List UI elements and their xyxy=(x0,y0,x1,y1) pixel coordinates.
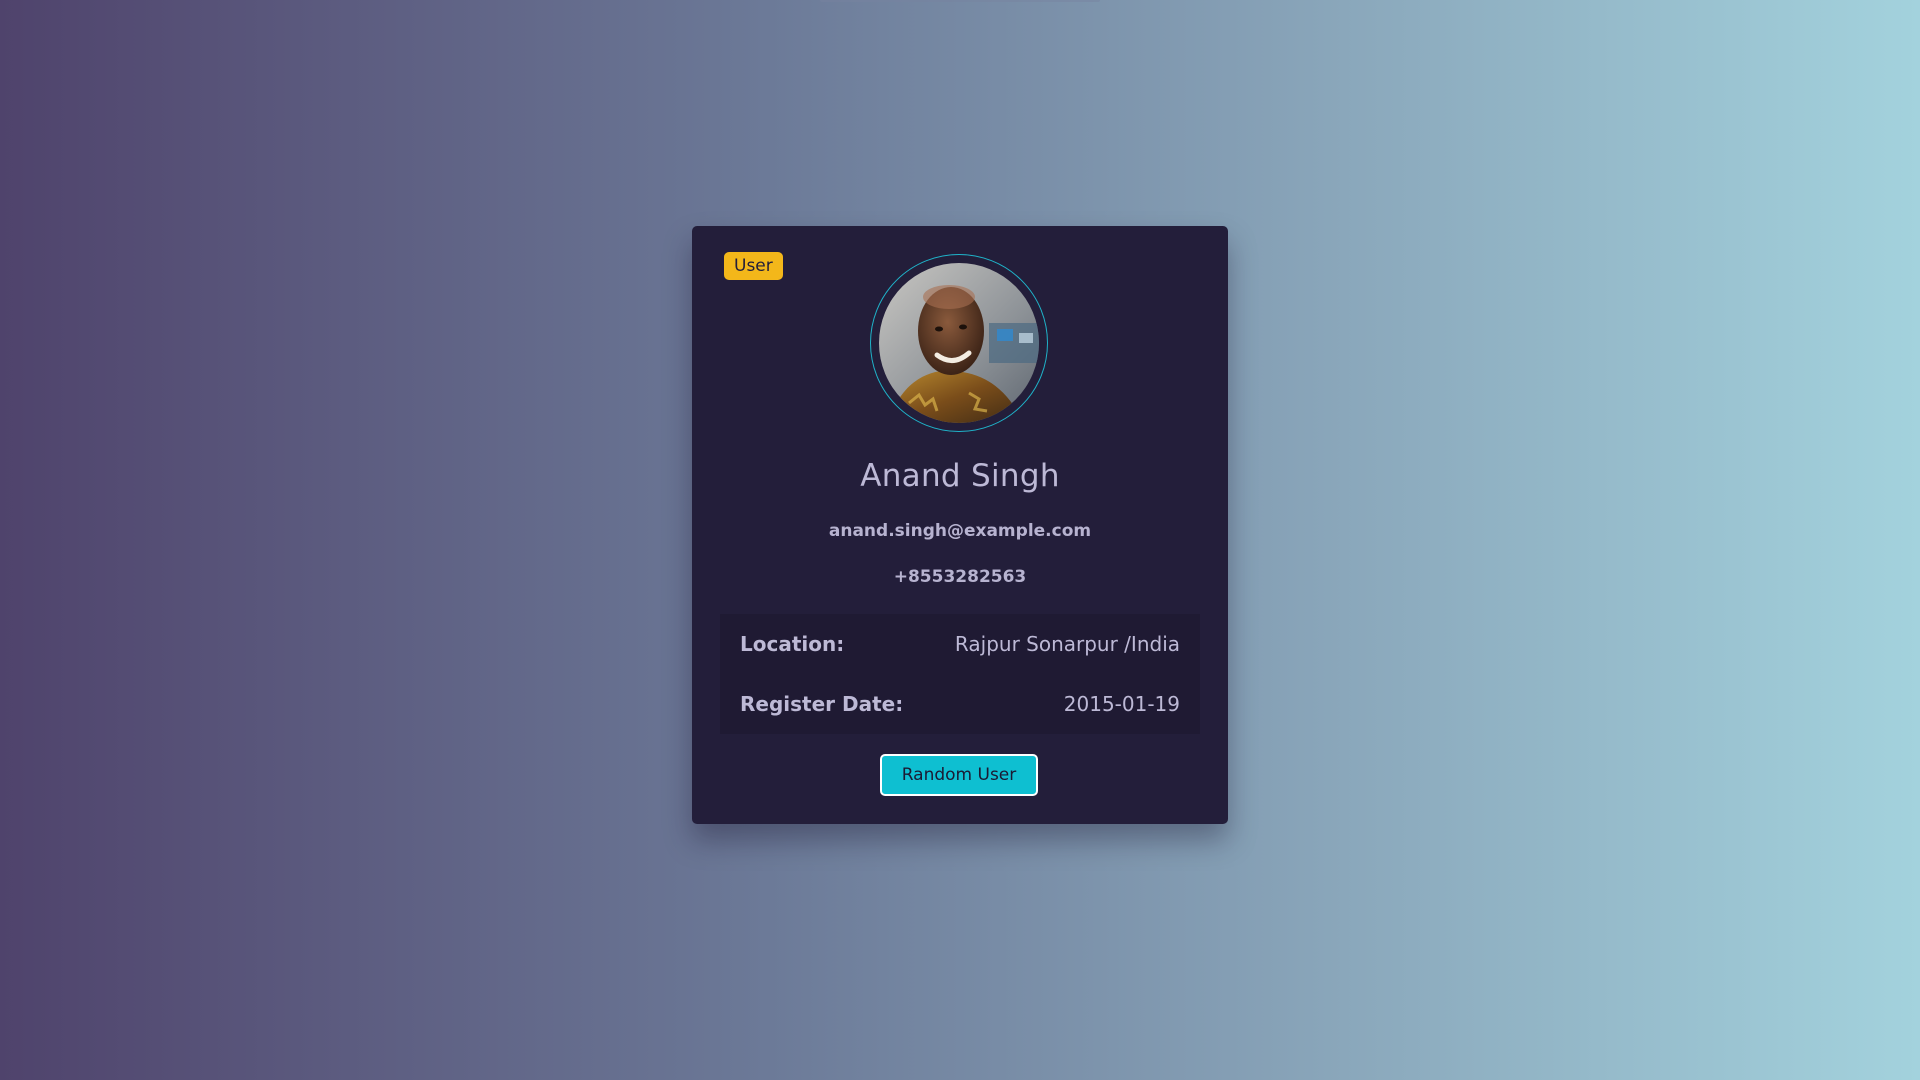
user-email: anand.singh@example.com xyxy=(828,521,1092,541)
register-date-row: Register Date: 2015-01-19 xyxy=(740,674,1180,734)
random-user-button[interactable]: Random User xyxy=(880,754,1038,796)
location-label: Location: xyxy=(740,632,845,656)
avatar-ring xyxy=(870,254,1048,432)
user-phone: +8553282563 xyxy=(893,567,1027,587)
user-name: Anand Singh xyxy=(860,458,1060,494)
user-profile-card: User Anand Singh anand.singh@example.com… xyxy=(692,226,1228,824)
avatar xyxy=(879,263,1039,423)
register-date-value: 2015-01-19 xyxy=(1063,692,1180,716)
register-date-label: Register Date: xyxy=(740,692,904,716)
avatar-photo-icon xyxy=(879,263,1039,423)
location-row: Location: Rajpur Sonarpur /India xyxy=(740,614,1180,674)
role-badge: User xyxy=(724,252,783,280)
top-decoration xyxy=(820,0,1100,2)
info-panel: Location: Rajpur Sonarpur /India Registe… xyxy=(720,614,1200,734)
location-value: Rajpur Sonarpur /India xyxy=(954,632,1180,656)
